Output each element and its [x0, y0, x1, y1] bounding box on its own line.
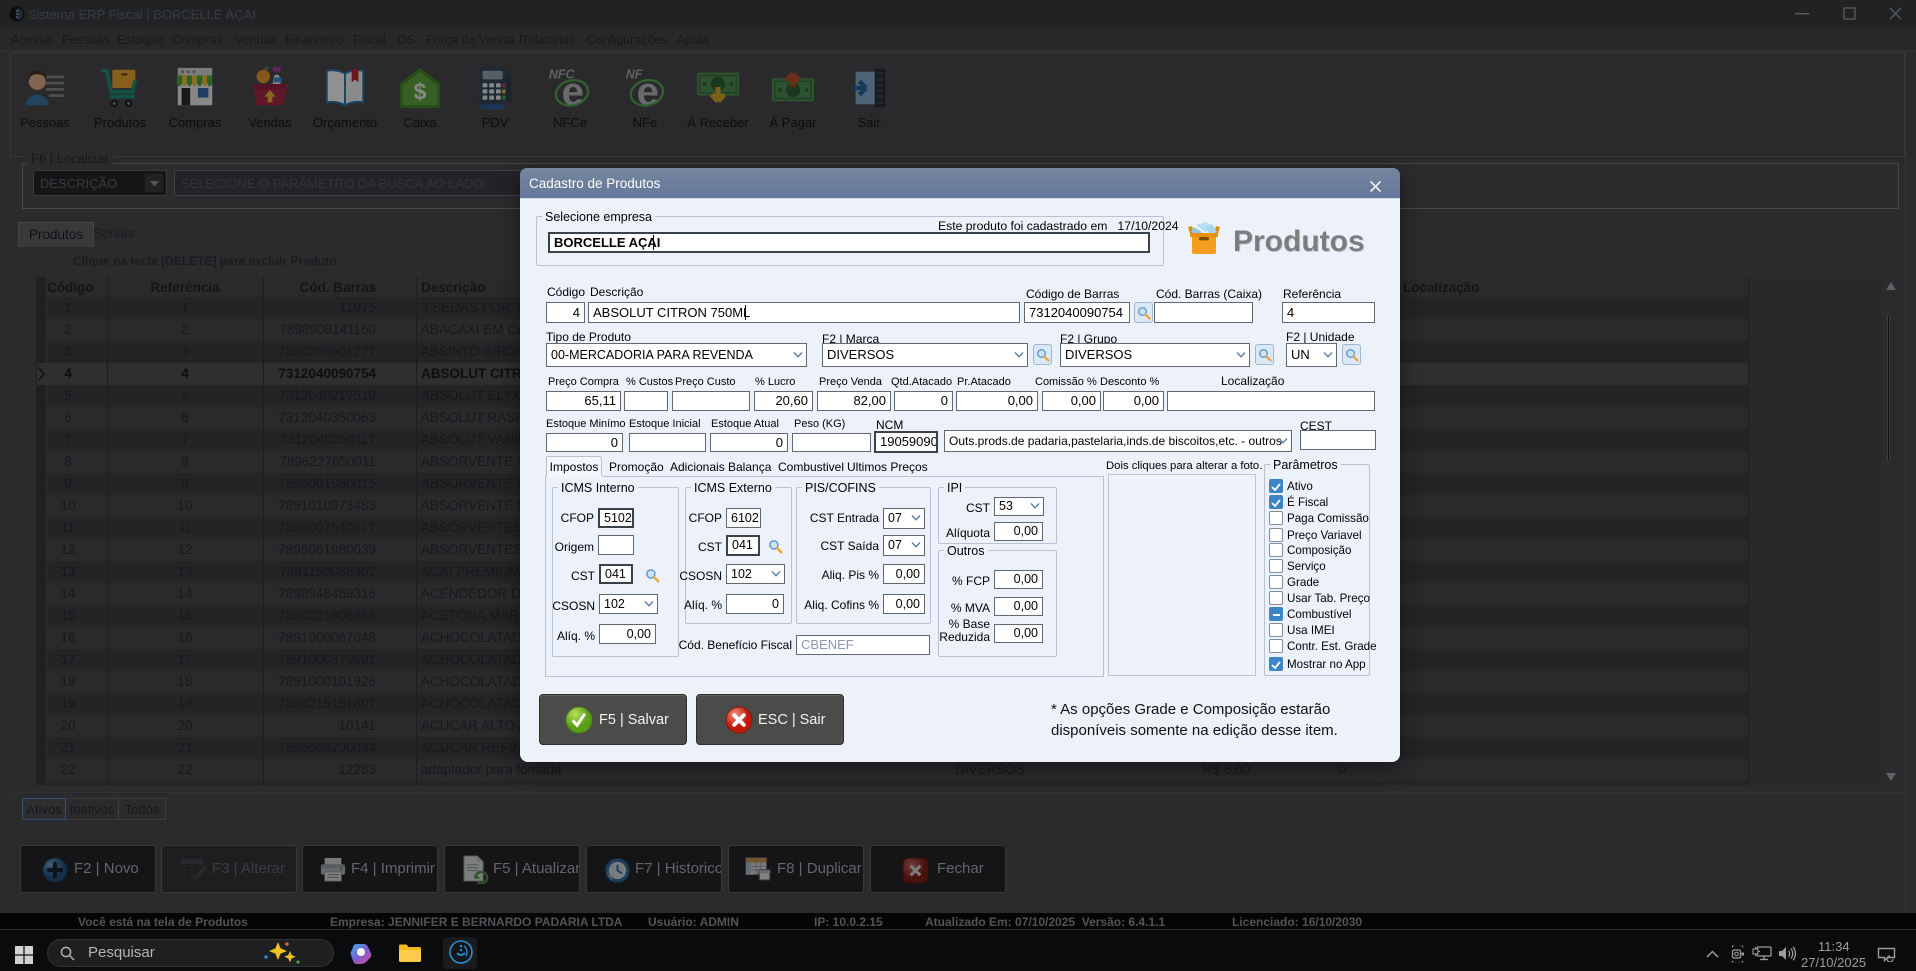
svg-text:$: $ — [414, 79, 427, 105]
